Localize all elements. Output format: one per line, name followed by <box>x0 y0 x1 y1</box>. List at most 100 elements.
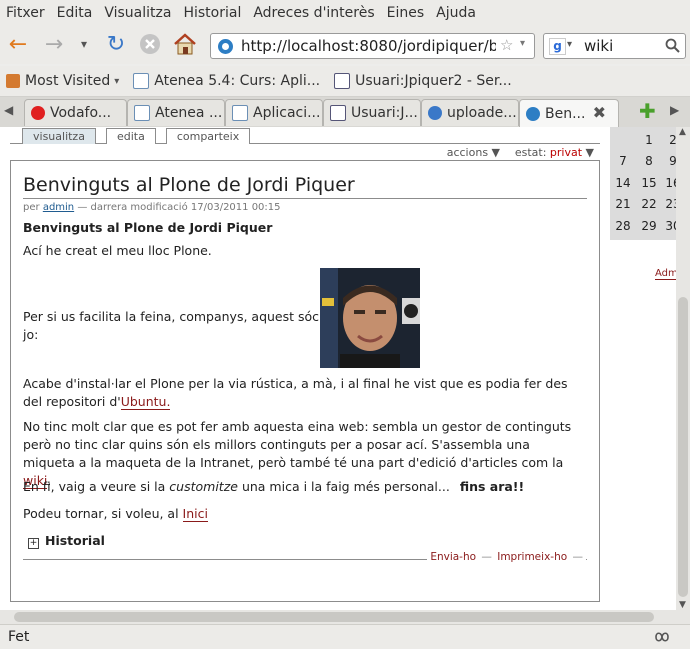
scroll-down-icon[interactable]: ▼ <box>679 600 686 610</box>
reload-icon[interactable]: ↻ <box>102 30 130 58</box>
calendar-day[interactable]: 23 <box>662 197 676 211</box>
google-engine-icon[interactable]: g <box>549 38 566 55</box>
calendar-day[interactable]: 1 <box>638 133 660 147</box>
url-text[interactable]: http://localhost:8080/jordipiquer/ber <box>241 37 496 55</box>
page-title: Benvinguts al Plone de Jordi Piquer <box>23 174 587 199</box>
bookmark-atenea[interactable]: Atenea 5.4: Curs: Apli... <box>133 73 320 89</box>
bookmark-most-visited[interactable]: Most Visited ▾ <box>6 73 119 89</box>
calendar-portlet: 1 2 7 8 9 14 15 16 21 22 23 28 29 30 <box>610 127 676 240</box>
tab-usuari[interactable]: Usuari:J... <box>323 99 421 126</box>
forward-arrow-icon[interactable]: → <box>40 30 68 58</box>
tab-benvinguts[interactable]: Ben... ✖ <box>519 99 619 127</box>
content-actions-bar: accions ▼ estat: privat ▼ <box>10 144 600 161</box>
ubuntu-link[interactable]: Ubuntu. <box>120 394 171 410</box>
paragraph-return: Podeu tornar, si voleu, al Inici <box>23 506 208 522</box>
scroll-up-icon[interactable]: ▲ <box>679 127 686 137</box>
author-link[interactable]: admin <box>43 202 74 213</box>
document-subtitle: Benvinguts al Plone de Jordi Piquer <box>23 220 273 235</box>
page-viewport: visualitza edita comparteix accions ▼ es… <box>0 127 676 610</box>
send-link[interactable]: Envia-ho <box>430 551 476 563</box>
state-dropdown-icon: ▼ <box>585 146 594 159</box>
site-identity-icon[interactable] <box>217 38 234 55</box>
search-input[interactable]: wiki <box>584 37 613 55</box>
calendar-day[interactable]: 2 <box>662 133 676 147</box>
calendar-day[interactable]: 9 <box>662 154 676 168</box>
url-bar[interactable]: http://localhost:8080/jordipiquer/ber ☆ … <box>210 33 535 59</box>
calendar-day[interactable]: 16 <box>662 176 676 190</box>
bookmark-usuari[interactable]: Usuari:Jpiquer2 - Ser... <box>334 73 512 89</box>
tab-aplicacions[interactable]: Aplicaci... <box>225 99 323 126</box>
folder-icon <box>6 74 20 88</box>
horizontal-scroll-thumb[interactable] <box>14 612 654 622</box>
actions-menu[interactable]: accions ▼ <box>447 146 500 159</box>
tab-visualitza[interactable]: visualitza <box>22 128 96 144</box>
menu-edit[interactable]: Edita <box>51 5 99 21</box>
new-tab-plus-icon[interactable]: ✚ <box>639 99 656 123</box>
paragraph-photo-caption: Per si us facilita la feina, companys, a… <box>23 309 320 342</box>
atenea-icon <box>232 105 248 121</box>
wiki-page-icon <box>330 105 346 121</box>
scroll-tabs-left-icon[interactable]: ◀ <box>4 103 13 117</box>
calendar-day[interactable]: 22 <box>638 197 660 211</box>
bookmark-star-icon[interactable]: ☆ <box>500 36 513 54</box>
tab-uploaded[interactable]: uploade... <box>421 99 519 126</box>
paragraph-install: Acabe d'instal·lar el Plone per la via r… <box>23 376 568 410</box>
menu-help[interactable]: Ajuda <box>430 5 482 21</box>
horizontal-scrollbar[interactable] <box>0 610 690 624</box>
author-photo <box>320 268 420 368</box>
state-value: privat <box>549 146 583 159</box>
tab-edita[interactable]: edita <box>105 128 156 144</box>
url-dropdown-icon[interactable]: ▾ <box>520 38 525 49</box>
vertical-scroll-thumb[interactable] <box>678 297 688 597</box>
paragraph-intro: Ací he creat el meu lloc Plone. <box>23 243 212 258</box>
addon-infinity-icon[interactable] <box>652 630 672 644</box>
calendar-day[interactable]: 29 <box>638 219 660 233</box>
expand-plus-icon: + <box>28 538 39 549</box>
history-dropdown-icon[interactable]: ▾ <box>70 30 98 58</box>
calendar-day[interactable]: 8 <box>638 154 660 168</box>
upload-site-icon <box>428 106 442 120</box>
search-bar[interactable]: g ▾ wiki <box>543 33 686 59</box>
document-byline: per admin — darrera modificació 17/03/20… <box>23 202 281 213</box>
content-view-tabs: visualitza edita comparteix <box>22 128 260 144</box>
stop-icon[interactable] <box>136 30 164 58</box>
navigation-toolbar: ← → ▾ ↻ http://localhost:8080/jordipique… <box>0 26 690 64</box>
engine-dropdown-icon[interactable]: ▾ <box>567 39 572 50</box>
document-actions: Envia-ho — Imprimeix-ho — <box>427 551 586 563</box>
menu-tools[interactable]: Eines <box>381 5 431 21</box>
calendar-day[interactable]: 14 <box>612 176 634 190</box>
tab-atenea[interactable]: Atenea ... <box>127 99 225 126</box>
calendar-day[interactable]: 21 <box>612 197 634 211</box>
menu-bar: Fitxer Edita Visualitza Historial Adrece… <box>0 0 690 26</box>
tab-vodafone[interactable]: Vodafo... <box>24 99 127 126</box>
inici-link[interactable]: Inici <box>182 506 208 522</box>
calendar-day[interactable]: 30 <box>662 219 676 233</box>
menu-bookmarks[interactable]: Adreces d'interès <box>247 5 380 21</box>
chevron-down-icon: ▾ <box>114 75 120 87</box>
calendar-day[interactable]: 28 <box>612 219 634 233</box>
bookmarks-toolbar: Most Visited ▾ Atenea 5.4: Curs: Apli...… <box>0 66 690 97</box>
menu-history[interactable]: Historial <box>177 5 247 21</box>
status-bar: Fet <box>0 624 690 649</box>
sidebar-admin-link[interactable]: Adm <box>655 268 676 280</box>
atenea-icon <box>133 73 150 89</box>
wiki-page-icon <box>334 73 351 89</box>
menu-file[interactable]: Fitxer <box>0 5 51 21</box>
close-tab-icon[interactable]: ✖ <box>593 103 606 122</box>
vertical-scrollbar[interactable]: ▲ ▼ <box>676 127 690 610</box>
tab-comparteix[interactable]: comparteix <box>165 128 251 144</box>
calendar-day[interactable]: 7 <box>612 154 634 168</box>
status-text: Fet <box>8 629 30 645</box>
calendar-day[interactable]: 15 <box>638 176 660 190</box>
history-toggle[interactable]: + Historial <box>23 532 583 550</box>
print-link[interactable]: Imprimeix-ho <box>497 551 567 563</box>
tab-strip: ◀ Vodafo... Atenea ... Aplicaci... Usuar… <box>0 97 690 127</box>
portrait-image <box>320 268 420 368</box>
scroll-tabs-right-icon[interactable]: ▶ <box>670 103 679 117</box>
menu-view[interactable]: Visualitza <box>98 5 177 21</box>
paragraph-customize: En fi, vaig a veure si la customitze una… <box>23 479 525 494</box>
home-icon[interactable] <box>171 30 199 58</box>
state-menu[interactable]: estat: privat ▼ <box>515 146 594 159</box>
search-icon[interactable] <box>665 38 681 54</box>
back-arrow-icon[interactable]: ← <box>4 30 32 58</box>
